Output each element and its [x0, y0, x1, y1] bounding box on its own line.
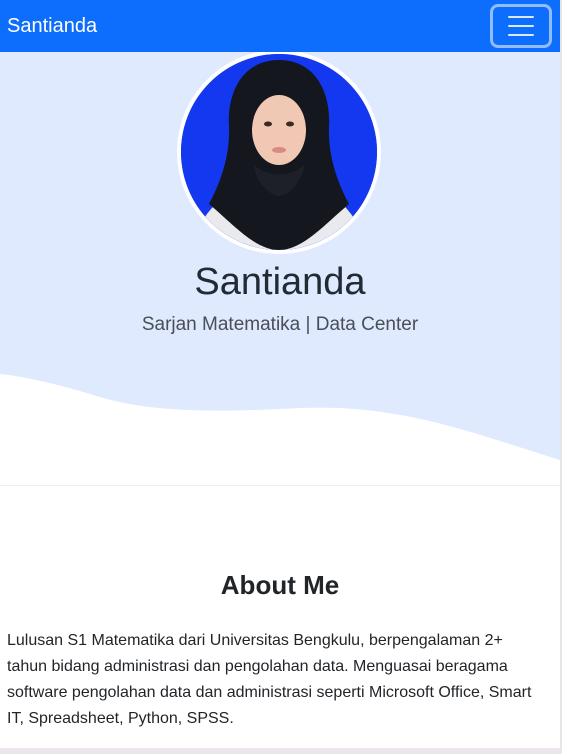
navbar-brand[interactable]: Santianda: [7, 16, 97, 36]
page-bottom-edge: [0, 748, 562, 754]
hamburger-menu-icon: [508, 16, 534, 18]
hamburger-menu-icon-line: [508, 34, 534, 36]
about-text: Lulusan S1 Matematika dari Universitas B…: [7, 632, 532, 727]
section-divider: [0, 485, 560, 486]
profile-avatar: [177, 52, 381, 254]
about-title: About Me: [220, 570, 340, 600]
hero-subtitle: Sarjan Matematika | Data Center: [141, 314, 419, 335]
hero-name: Santianda: [194, 261, 366, 303]
hamburger-menu-icon-line: [508, 25, 534, 27]
navbar: Santianda: [0, 0, 560, 52]
navbar-toggle-button[interactable]: [490, 4, 552, 48]
profile-photo: [181, 54, 377, 250]
hero-section: Santianda Sarjan Matematika | Data Cente…: [0, 52, 560, 485]
